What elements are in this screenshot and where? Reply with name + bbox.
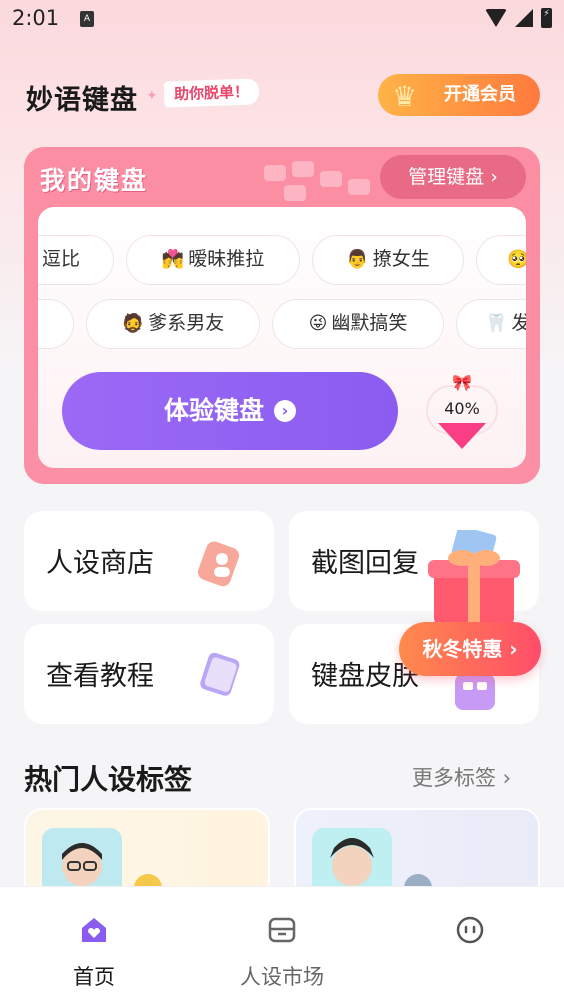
tag-label: 逗比	[41, 248, 80, 270]
tag-pill[interactable]: 逗比	[38, 235, 114, 285]
status-time: 2:01	[12, 6, 60, 30]
signal-icon	[515, 9, 533, 27]
manage-keyboard-button[interactable]: 管理键盘 ›	[380, 155, 526, 199]
nav-item-profile[interactable]	[376, 887, 564, 1004]
tag-pill[interactable]: 😜 幽默搞笑	[272, 299, 444, 349]
tag-pill[interactable]	[38, 299, 74, 349]
persona-store-card[interactable]: 人设商店	[24, 511, 274, 611]
notification-a-icon: A	[80, 11, 94, 27]
tag-row-1: 逗比 💏暧昧推拉 👨撩女生 🥺	[38, 235, 526, 285]
bearded-man-emoji-icon: 🧔	[121, 313, 145, 334]
status-bar: 2:01 A	[0, 0, 564, 40]
tag-label: 爹系男友	[148, 312, 225, 334]
tag-label: 暧昧推拉	[188, 248, 265, 270]
vip-button-label: 开通会员	[444, 84, 516, 105]
slogan-badge: 助你脱单！	[163, 78, 260, 108]
kiss-emoji-icon: 💏	[161, 249, 185, 270]
book-icon	[200, 652, 240, 696]
chat-face-icon	[456, 916, 484, 944]
autumn-winter-sale-button[interactable]: 秋冬特惠 ›	[399, 622, 541, 676]
tag-pill[interactable]: 💏 暧昧推拉	[126, 235, 300, 285]
nav-label-persona-market: 人设市场	[240, 965, 324, 989]
chevron-right-icon: ›	[274, 400, 296, 422]
tutorial-label: 查看教程	[46, 661, 154, 692]
bow-icon: 🎀	[452, 373, 472, 392]
screenshot-reply-label: 截图回复	[311, 548, 419, 579]
tag-pill[interactable]: 🦷发	[456, 299, 526, 349]
hot-tags-title: 热门人设标签	[24, 763, 193, 796]
nav-label-home: 首页	[73, 965, 115, 989]
progress-percent: 40%	[444, 399, 480, 418]
tag-label: 发	[511, 312, 526, 334]
progress-widget: 🎀 40%	[426, 373, 498, 451]
app-title: 妙语键盘	[26, 85, 138, 116]
winking-tongue-emoji-icon: 😜	[308, 313, 328, 334]
tag-pill[interactable]: 🧔 爹系男友	[86, 299, 260, 349]
man-emoji-icon: 👨	[346, 249, 369, 270]
more-tags-link[interactable]: 更多标签 ›	[412, 762, 511, 792]
keyboard-panel: 逗比 💏暧昧推拉 👨撩女生 🥺 🧔爹系男友 😜幽默搞笑 🦷发	[38, 207, 526, 468]
try-keyboard-button[interactable]: 体验键盘 ›	[62, 372, 398, 450]
gift-icon	[428, 530, 520, 626]
bottom-nav: 首页 人设市场	[0, 886, 564, 1004]
keyboard-deco-icon	[264, 161, 370, 201]
tag-label: 撩女生	[372, 248, 430, 270]
status-icons	[485, 8, 552, 28]
crown-icon: ♛	[392, 80, 418, 113]
try-keyboard-label: 体验键盘	[163, 396, 264, 425]
tag-row-2: 🧔爹系男友 😜幽默搞笑 🦷发	[38, 299, 526, 349]
nav-item-home[interactable]: 首页	[0, 887, 188, 1004]
my-keyboard-title: 我的键盘	[40, 166, 149, 195]
tag-pill[interactable]: 🥺	[476, 235, 526, 285]
wifi-icon	[485, 9, 507, 27]
header: 妙语键盘 ✦ 助你脱单！ ♛ 开通会员	[0, 70, 564, 120]
vip-button[interactable]: ♛ 开通会员	[378, 74, 540, 116]
nav-item-persona-market[interactable]: 人设市场	[188, 887, 376, 1004]
my-keyboard-card: 我的键盘 管理键盘 › 逗比 💏暧昧推拉 👨撩女生 🥺 🧔爹系男友 😜幽默搞笑	[24, 147, 540, 484]
sparkle-icon: ✦	[146, 88, 158, 104]
tag-pill[interactable]: 👨 撩女生	[312, 235, 464, 285]
home-heart-icon	[82, 918, 106, 942]
heart-icon	[438, 423, 486, 449]
battery-icon	[541, 8, 552, 28]
tag-icon	[197, 541, 240, 587]
persona-store-label: 人设商店	[46, 548, 154, 579]
store-icon	[268, 917, 296, 943]
tooth-emoji-icon: 🦷	[485, 313, 508, 334]
tag-label: 幽默搞笑	[331, 312, 408, 334]
pleading-emoji-icon: 🥺	[507, 236, 526, 283]
tutorial-card[interactable]: 查看教程	[24, 624, 274, 724]
